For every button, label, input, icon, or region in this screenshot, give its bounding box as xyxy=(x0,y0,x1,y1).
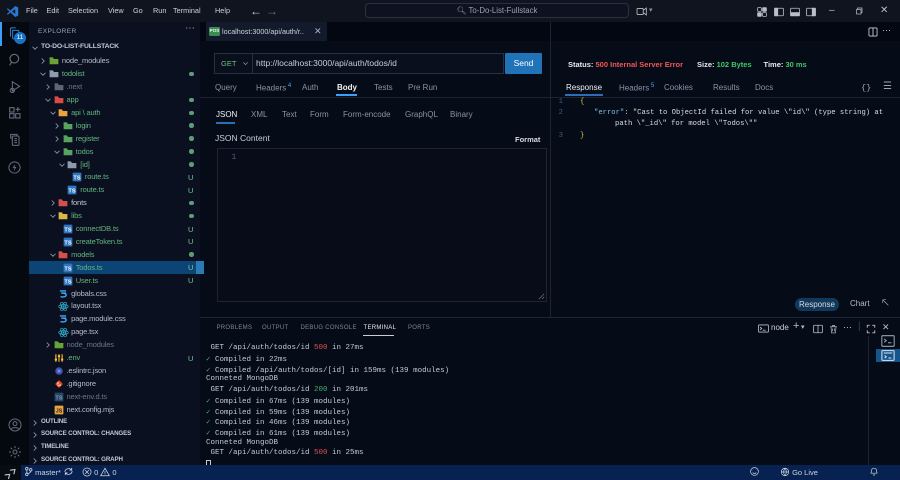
svg-text:TS: TS xyxy=(64,266,71,272)
svg-text:JS: JS xyxy=(55,408,62,414)
svg-text:TS: TS xyxy=(64,279,71,285)
svg-text:TS: TS xyxy=(55,395,62,401)
svg-text:TS: TS xyxy=(69,189,76,195)
svg-text:TS: TS xyxy=(64,228,71,234)
svg-text:TS: TS xyxy=(73,176,80,182)
svg-text:TS: TS xyxy=(64,240,71,246)
